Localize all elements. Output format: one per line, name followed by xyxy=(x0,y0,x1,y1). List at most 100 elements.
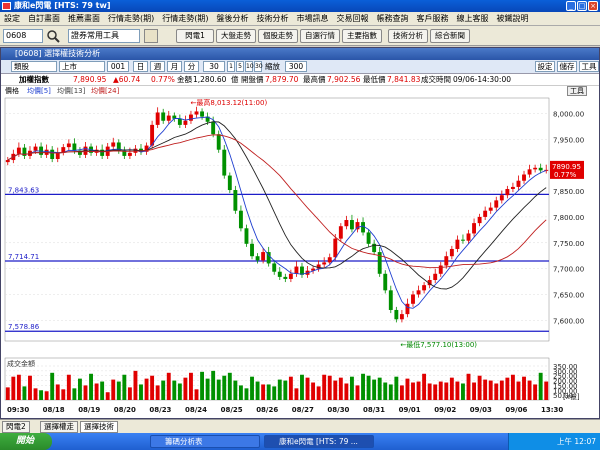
volume-bar xyxy=(244,388,249,400)
volume-bar xyxy=(150,375,155,400)
volume-bar xyxy=(355,385,360,400)
menu-item-11[interactable]: 線上客服 xyxy=(453,12,493,26)
volume-label: 成交金額 xyxy=(7,359,35,368)
maximize-button[interactable]: □ xyxy=(577,1,587,11)
volume-bar xyxy=(472,382,477,400)
tab-flash2[interactable]: 閃電2 xyxy=(2,421,30,433)
candle-body xyxy=(255,256,260,261)
start-button[interactable]: 開始 xyxy=(0,433,52,450)
volume-bar xyxy=(449,377,454,400)
volume-bar xyxy=(372,379,377,400)
candle-body xyxy=(494,200,499,208)
zoom-input[interactable]: 300 xyxy=(285,61,307,72)
toolbar-button-4[interactable]: 主要指數 xyxy=(342,29,382,43)
toolbar-button-3[interactable]: 自選行情 xyxy=(300,29,340,43)
candle-body xyxy=(183,120,188,125)
x-tick-label: 08/18 xyxy=(43,406,65,414)
period-button-2[interactable]: 月 xyxy=(167,61,182,72)
volume-bar xyxy=(227,372,232,400)
step-button-0[interactable]: 1 xyxy=(227,61,235,72)
menu-bar: 設定 自訂畫面 推薦畫面 行情走勢(期) 行情走勢(期) 盤後分析 技術分析 市場訊息 交易回報… xyxy=(0,12,600,26)
reference-line-label: 7,714.71 xyxy=(8,253,39,261)
open-label: 開盤價 xyxy=(241,75,264,84)
legend-ma24: 均價[24] xyxy=(91,87,120,95)
volume-bar xyxy=(477,375,482,400)
menu-item-2[interactable]: 推薦畫面 xyxy=(64,12,104,26)
volume-bar xyxy=(327,375,332,400)
menu-item-7[interactable]: 市場訊息 xyxy=(293,12,333,26)
period-button-0[interactable]: 日 xyxy=(133,61,148,72)
toolbar-button-6[interactable]: 綜合新聞 xyxy=(430,29,470,43)
step-button-1[interactable]: 5 xyxy=(236,61,244,72)
tool-select[interactable]: 證券常用工具 xyxy=(68,29,140,43)
menu-item-10[interactable]: 客戶服務 xyxy=(413,12,453,26)
toolbar-button-2[interactable]: 個股走勢 xyxy=(258,29,298,43)
volume-bar xyxy=(405,378,410,400)
clock: 上午 12:07 xyxy=(557,437,596,446)
volume-bar xyxy=(433,384,438,400)
candle-body xyxy=(416,290,421,295)
save-button[interactable]: 儲存 xyxy=(557,61,577,72)
volume-bar xyxy=(44,391,49,400)
menu-item-1[interactable]: 自訂畫面 xyxy=(24,12,64,26)
price-tick-label: 7,950.00 xyxy=(553,136,584,144)
volume-bar xyxy=(505,377,510,400)
volume-bar xyxy=(39,390,44,400)
menu-item-0[interactable]: 設定 xyxy=(0,12,24,26)
tools-icon[interactable] xyxy=(144,29,158,43)
volume-bar xyxy=(461,383,465,400)
volume-bar xyxy=(516,381,521,400)
menu-item-8[interactable]: 交易回報 xyxy=(333,12,373,26)
menu-item-5[interactable]: 盤後分析 xyxy=(213,12,253,26)
toolbar-button-5[interactable]: 技術分析 xyxy=(388,29,428,43)
menu-item-3[interactable]: 行情走勢(期) xyxy=(104,12,158,26)
step-button-3[interactable]: 30 xyxy=(254,61,263,72)
amount-label: 金額 xyxy=(177,75,192,84)
taskbar: 開始 籌碼分析表 康和e閃電 [HTS: 79 ... 上午 12:07 xyxy=(0,433,600,450)
settings-button[interactable]: 設定 xyxy=(535,61,555,72)
menu-item-12[interactable]: 被鐵說明 xyxy=(493,12,533,26)
period-button-1[interactable]: 週 xyxy=(150,61,165,72)
period-value-select[interactable]: 30 xyxy=(203,61,225,72)
candle-body xyxy=(466,233,471,241)
volume-bar xyxy=(499,380,504,400)
task-chip-analysis[interactable]: 籌碼分析表 xyxy=(150,435,260,448)
menu-item-9[interactable]: 帳務查詢 xyxy=(373,12,413,26)
close-button[interactable]: × xyxy=(588,1,598,11)
amount-value: 1,280.60 xyxy=(193,75,227,84)
task-hts[interactable]: 康和e閃電 [HTS: 79 ... xyxy=(264,435,374,448)
tab-option-trend[interactable]: 選擇權走 xyxy=(40,421,78,433)
symbol-input[interactable]: 0608 xyxy=(3,29,43,43)
x-tick-label: 08/20 xyxy=(114,406,136,414)
candle-body xyxy=(227,175,232,191)
minimize-button[interactable]: _ xyxy=(566,1,576,11)
market-select[interactable]: 類股 xyxy=(11,61,57,72)
tool-tag[interactable]: 工具 xyxy=(567,86,587,96)
toolbar-button-1[interactable]: 大盤走勢 xyxy=(216,29,256,43)
tab-option-tech[interactable]: 選擇技術 xyxy=(80,421,118,433)
price-change: ▲60.74 xyxy=(113,75,141,84)
menu-item-6[interactable]: 技術分析 xyxy=(253,12,293,26)
volume-bar xyxy=(222,375,227,400)
app-icon xyxy=(2,2,11,10)
candle-body xyxy=(433,273,438,280)
volume-bar xyxy=(216,379,221,400)
reference-line-label: 7,843.63 xyxy=(8,186,39,194)
volume-bar xyxy=(177,383,182,400)
menu-item-4[interactable]: 行情走勢(期) xyxy=(158,12,212,26)
step-button-2[interactable]: 10 xyxy=(245,61,254,72)
search-icon[interactable] xyxy=(46,29,60,43)
candle-body xyxy=(277,271,282,277)
volume-bar xyxy=(261,384,266,400)
low-annotation: ←最低7,577.10(13:00) xyxy=(400,340,477,349)
candle-body xyxy=(383,273,388,291)
volume-bar xyxy=(383,382,388,400)
code-select[interactable]: 001 xyxy=(107,61,129,72)
tools-button[interactable]: 工具 xyxy=(579,61,599,72)
toolbar-button-0[interactable]: 閃電1 xyxy=(176,29,214,43)
exchange-select[interactable]: 上市 xyxy=(59,61,105,72)
volume-bar xyxy=(300,374,304,400)
period-button-3[interactable]: 分 xyxy=(184,61,199,72)
volume-bar xyxy=(544,381,549,400)
candle-body xyxy=(111,142,116,147)
